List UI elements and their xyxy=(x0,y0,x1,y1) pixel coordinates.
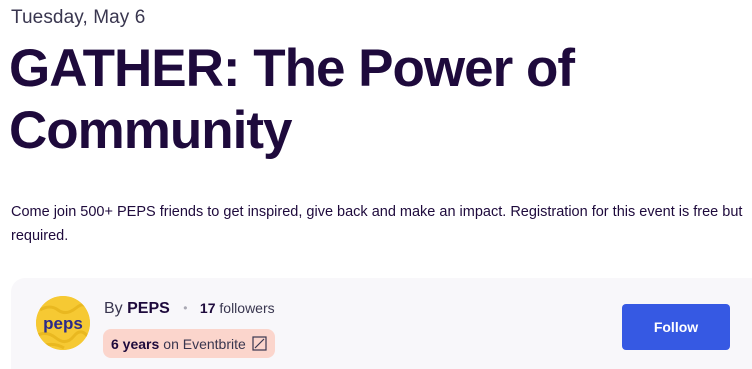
tenure-years: 6 years xyxy=(111,335,160,352)
event-date: Tuesday, May 6 xyxy=(11,7,146,28)
event-title: GATHER: The Power of Community xyxy=(9,39,575,160)
event-summary: Come join 500+ PEPS friends to get inspi… xyxy=(11,204,743,244)
organizer-avatar[interactable]: peps xyxy=(36,296,90,350)
by-prefix: By xyxy=(104,300,123,317)
growth-chart-icon xyxy=(252,336,267,351)
tenure-badge: 6 years on Eventbrite xyxy=(103,329,275,358)
tenure-suffix: on Eventbrite xyxy=(163,335,246,352)
organizer-name-link[interactable]: PEPS xyxy=(127,300,170,317)
followers-count: 17 xyxy=(199,300,216,316)
follow-button[interactable]: Follow xyxy=(622,304,730,350)
logo-text: peps xyxy=(43,314,83,333)
organizer-byline: By PEPS • 17 followers xyxy=(104,300,275,318)
followers-info: 17 followers xyxy=(200,300,275,316)
organizer-card: peps By PEPS • 17 followers 6 years on E… xyxy=(11,278,752,369)
separator-dot: • xyxy=(183,301,188,315)
followers-label: followers xyxy=(219,300,275,316)
peps-logo: peps xyxy=(36,296,90,350)
